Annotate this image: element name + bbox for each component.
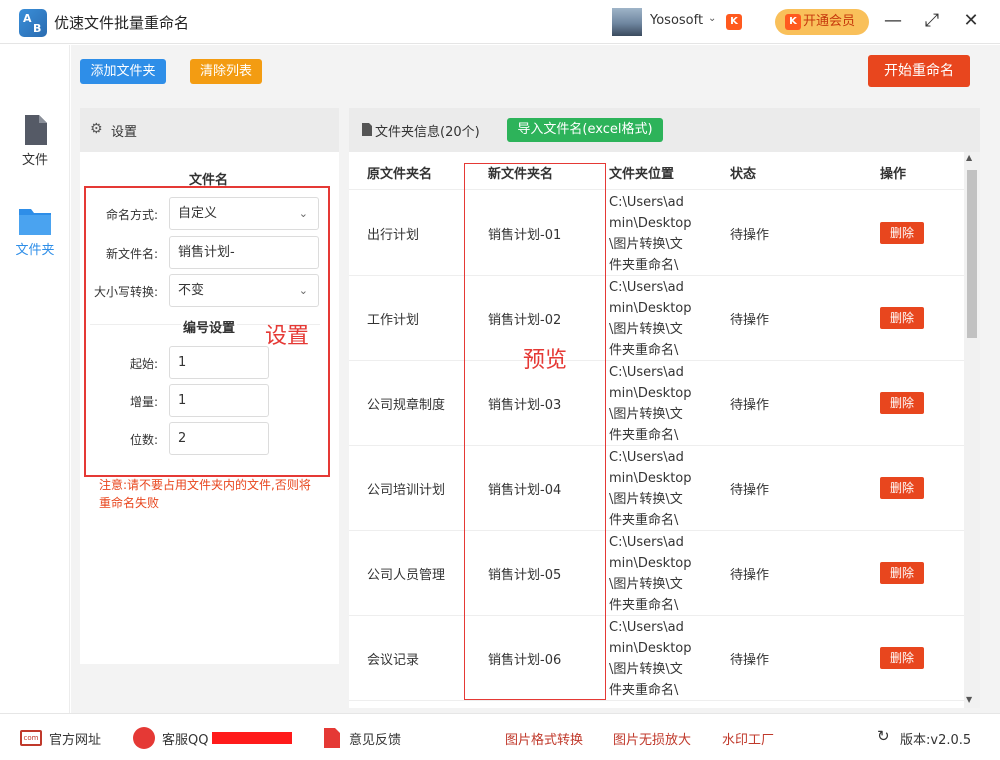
delete-button[interactable]: 删除 [880,647,924,669]
notice-text: 注意:请不要占用文件夹内的文件,否则将重命名失败 [99,478,311,510]
table-row[interactable]: 会议记录 销售计划-06 C:\Users\admin\Desktop\图片转换… [349,616,964,701]
import-excel-button[interactable]: 导入文件名(excel格式) [507,118,663,142]
website-link[interactable]: 官方网址 [49,729,101,748]
title-bar: AB 优速文件批量重命名 Yososoft ⌄ K K 开通会员 — ⤢ ✕ [0,0,1000,44]
original-name: 会议记录 [367,653,420,668]
sidebar-item-file[interactable]: 文件 [0,115,70,168]
delete-button[interactable]: 删除 [880,562,924,584]
vip-label: 开通会员 [803,14,856,29]
table-row[interactable]: 工作计划 销售计划-02 C:\Users\admin\Desktop\图片转换… [349,276,964,361]
watermark-link[interactable]: 水印工厂 [722,729,774,748]
website-icon: com [20,730,42,746]
col-original: 原文件夹名 [367,167,433,182]
scroll-up-icon[interactable]: ▲ [966,153,972,162]
settings-title: 设置 [111,125,138,140]
table-row[interactable]: 公司规章制度 销售计划-03 C:\Users\admin\Desktop\图片… [349,361,964,446]
folder-location: C:\Users\admin\Desktop\图片转换\文件夹重命名\ [609,535,692,613]
scrollbar-thumb[interactable] [967,170,977,338]
support-link[interactable]: 客服QQ [162,729,208,748]
redacted-block [212,732,292,744]
status: 待操作 [730,568,770,583]
refresh-icon[interactable]: ↻ [877,727,890,745]
add-folder-button[interactable]: 添加文件夹 [80,59,166,84]
footer: com 官方网址 客服QQ 意见反馈 图片格式转换 图片无损放大 水印工厂 ↻ … [0,713,1000,760]
folder-location: C:\Users\admin\Desktop\图片转换\文件夹重命名\ [609,620,692,698]
sidebar-item-label: 文件 [21,153,48,168]
sidebar: 文件 文件夹 [0,45,70,713]
folder-location: C:\Users\admin\Desktop\图片转换\文件夹重命名\ [609,450,692,528]
status: 待操作 [730,653,770,668]
scroll-down-icon[interactable]: ▼ [966,695,972,704]
feedback-link[interactable]: 意见反馈 [349,729,401,748]
folder-location: C:\Users\admin\Desktop\图片转换\文件夹重命名\ [609,280,692,358]
col-status: 状态 [730,167,757,182]
status: 待操作 [730,228,770,243]
original-name: 出行计划 [367,228,420,243]
table-row[interactable]: 公司人员管理 销售计划-05 C:\Users\admin\Desktop\图片… [349,531,964,616]
clear-list-button[interactable]: 清除列表 [190,59,262,84]
original-name: 公司培训计划 [367,483,446,498]
image-convert-link[interactable]: 图片格式转换 [505,729,583,748]
status: 待操作 [730,398,770,413]
support-icon [133,727,155,749]
gear-icon: ⚙ [90,121,103,137]
folder-icon [19,209,51,235]
delete-button[interactable]: 删除 [880,307,924,329]
original-name: 公司规章制度 [367,398,446,413]
start-rename-button[interactable]: 开始重命名 [868,55,970,87]
vip-badge-icon: K [726,14,742,30]
toolbar: 添加文件夹 清除列表 开始重命名 [71,45,1000,97]
delete-button[interactable]: 删除 [880,477,924,499]
folder-location: C:\Users\admin\Desktop\图片转换\文件夹重命名\ [609,195,692,273]
maximize-button[interactable]: ⤢ [921,10,943,32]
original-name: 工作计划 [367,313,420,328]
settings-header: ⚙ 设置 [80,108,339,152]
avatar[interactable] [612,8,642,36]
table-row[interactable]: 公司培训计划 销售计划-04 C:\Users\admin\Desktop\图片… [349,446,964,531]
chevron-down-icon[interactable]: ⌄ [708,13,716,24]
vip-icon: K [785,14,801,30]
vip-button[interactable]: K 开通会员 [775,9,869,35]
original-name: 公司人员管理 [367,568,446,583]
close-button[interactable]: ✕ [960,10,982,32]
filepanel-header: 文件夹信息(20个) 导入文件名(excel格式) [349,108,980,152]
version-label: 版本:v2.0.5 [900,733,972,748]
table-header: 原文件夹名 新文件夹名 文件夹位置 状态 操作 [349,152,964,190]
username[interactable]: Yososoft [650,13,703,28]
sidebar-item-label: 文件夹 [15,243,55,258]
status: 待操作 [730,313,770,328]
preview-highlight-box [464,163,606,700]
status: 待操作 [730,483,770,498]
delete-button[interactable]: 删除 [880,222,924,244]
app-title: 优速文件批量重命名 [54,14,190,32]
table-row[interactable]: 出行计划 销售计划-01 C:\Users\admin\Desktop\图片转换… [349,191,964,276]
file-icon [25,115,47,145]
file-panel: 文件夹信息(20个) 导入文件名(excel格式) 原文件夹名 新文件夹名 文件… [349,108,980,708]
col-action: 操作 [880,167,907,182]
sidebar-item-folder[interactable]: 文件夹 [0,207,70,258]
delete-button[interactable]: 删除 [880,392,924,414]
filepanel-title: 文件夹信息(20个) [375,125,480,140]
settings-annotation: 设置 [265,324,310,349]
preview-annotation: 预览 [523,348,568,373]
minimize-button[interactable]: — [882,10,904,32]
col-location: 文件夹位置 [609,167,675,182]
folder-location: C:\Users\admin\Desktop\图片转换\文件夹重命名\ [609,365,692,443]
app-logo-icon: AB [19,9,47,37]
pdf-icon [324,728,340,748]
image-enlarge-link[interactable]: 图片无损放大 [613,729,691,748]
document-icon [362,123,372,136]
